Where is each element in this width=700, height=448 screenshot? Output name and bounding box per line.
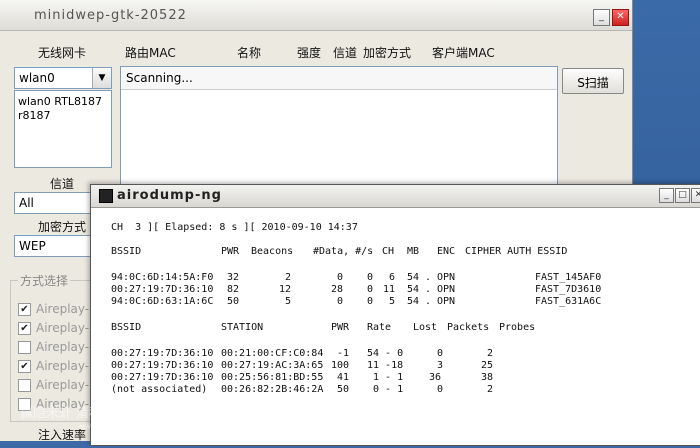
checkbox-unchecked-icon[interactable] (18, 379, 31, 392)
checkbox-checked-icon[interactable]: ✔ (18, 360, 31, 373)
airodump-window: airodump-ng _ □ ✕ CH 3 ][ Elapsed: 8 s ]… (90, 184, 700, 446)
minidwep-titlebar[interactable]: minidwep-gtk-20522 _ ✕ (0, 0, 632, 31)
checkbox-unchecked-icon[interactable] (18, 341, 31, 354)
chevron-down-icon: ▼ (92, 68, 111, 88)
airodump-title: airodump-ng (117, 188, 222, 203)
minimize-icon[interactable]: _ (659, 188, 674, 203)
airodump-titlebar[interactable]: airodump-ng _ □ ✕ (91, 185, 700, 208)
checkbox-checked-icon[interactable]: ✔ (18, 303, 31, 316)
watermark-url: www.qq.com (78, 422, 130, 431)
interface-info-text: wlan0 RTL8187 r8187 (18, 95, 102, 122)
method-option-1[interactable]: ✔ Aireplay-r (18, 302, 94, 318)
interface-select-value: wlan0 (19, 71, 55, 85)
method-option-5[interactable]: Aireplay-r (18, 378, 94, 394)
header-encryption: 加密方式 (363, 46, 412, 60)
header-name: 名称 (237, 46, 262, 60)
header-client-mac: 客户端MAC (432, 46, 495, 60)
interface-select[interactable]: wlan0 ▼ (14, 67, 112, 89)
method-option-2[interactable]: ✔ Aireplay-r (18, 321, 94, 337)
terminal-icon (99, 189, 113, 203)
close-icon[interactable]: ✕ (612, 9, 629, 26)
method-option-3[interactable]: Aireplay-r (18, 340, 94, 356)
header-interface: 无线网卡 (38, 46, 87, 60)
minidwep-title: minidwep-gtk-20522 (34, 8, 187, 23)
encryption-select-value: WEP (19, 239, 46, 253)
minimize-icon[interactable]: _ (593, 9, 610, 26)
interface-info-box[interactable]: wlan0 RTL8187 r8187 (14, 90, 112, 168)
scan-status-row: Scanning... (121, 67, 557, 90)
method-group-label: 方式选择 (18, 272, 71, 289)
scan-results-list[interactable]: Scanning... (120, 66, 558, 198)
maximize-icon[interactable]: □ (675, 188, 690, 203)
terminal-output[interactable]: CH 3 ][ Elapsed: 8 s ][ 2010-09-10 14:37… (91, 208, 700, 448)
header-channel: 信道 (333, 46, 358, 60)
scan-status-text: Scanning... (126, 71, 193, 85)
channel-label: 信道 (50, 177, 75, 191)
watermark-text: 赢隐米虾 清程雅致 (20, 406, 129, 421)
close-icon[interactable]: ✕ (691, 188, 700, 203)
checkbox-checked-icon[interactable]: ✔ (18, 322, 31, 335)
scan-button-label: S扫描 (577, 76, 609, 90)
scan-button[interactable]: S扫描 (562, 68, 624, 94)
encryption-label: 加密方式 (38, 220, 87, 234)
header-router-mac: 路由MAC (125, 46, 176, 60)
method-option-4[interactable]: ✔ Aireplay-r (18, 359, 94, 375)
header-strength: 强度 (297, 46, 322, 60)
status-line: CH 3 ][ Elapsed: 8 s ][ 2010-09-10 14:37 (111, 222, 358, 233)
channel-select-value: All (19, 196, 34, 210)
